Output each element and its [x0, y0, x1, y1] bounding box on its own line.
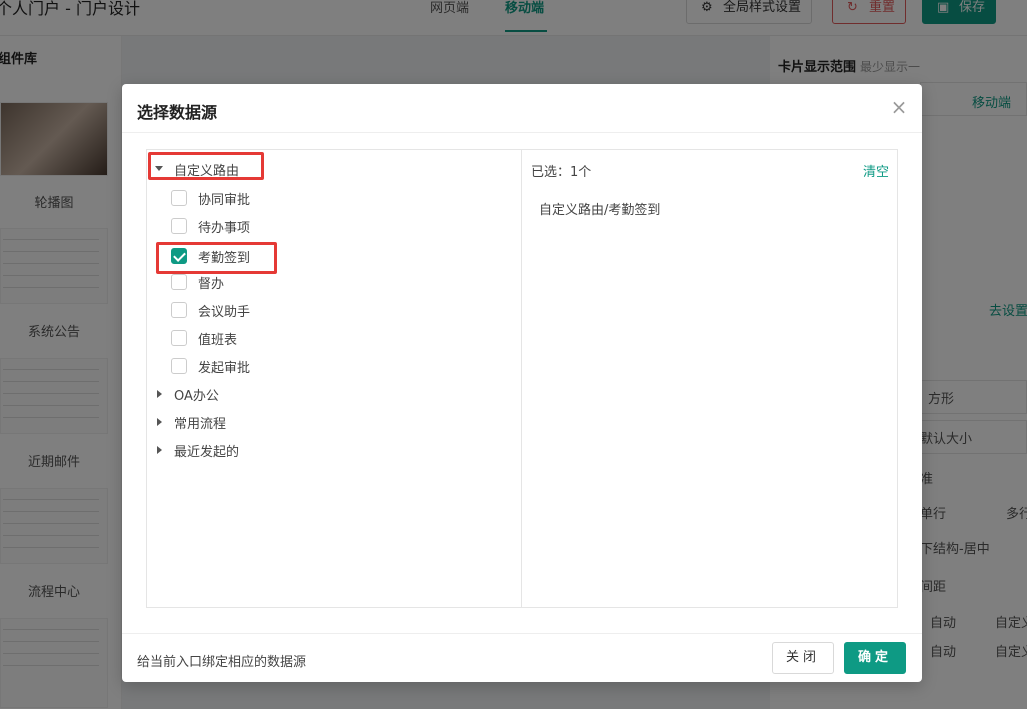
selected-pane: 已选：1个 清空 自定义路由/考勤签到 — [523, 150, 897, 607]
caret-right-icon[interactable] — [157, 418, 162, 426]
dialog-header: 选择数据源 × — [122, 84, 922, 133]
tree-leaf-collab-approval[interactable]: 协同审批 — [147, 186, 522, 210]
checkbox[interactable] — [171, 330, 187, 346]
tree-leaf-label: 待办事项 — [198, 221, 251, 236]
tree-leaf-label: 会议助手 — [198, 305, 251, 320]
tree-node-common-flows[interactable]: 常用流程 — [147, 410, 522, 434]
caret-right-icon[interactable] — [157, 446, 162, 454]
tree-node-label: OA办公 — [174, 389, 219, 404]
tree-leaf-start-approval[interactable]: 发起审批 — [147, 354, 522, 378]
tree-leaf-label: 发起审批 — [198, 361, 251, 376]
tree-leaf-meeting[interactable]: 会议助手 — [147, 298, 522, 322]
tree-node-oa[interactable]: OA办公 — [147, 382, 522, 406]
footer-hint: 给当前入口绑定相应的数据源 — [137, 655, 307, 670]
checkbox[interactable] — [171, 302, 187, 318]
tree-leaf-label: 值班表 — [198, 333, 238, 348]
close-button[interactable]: 关闭 — [772, 642, 834, 674]
selected-count: 已选：1个 — [531, 165, 592, 180]
datasource-tree: 自定义路由 协同审批 待办事项 考勤签到 督办 会议助手 值班表 发起审批 OA… — [147, 150, 522, 607]
tree-leaf-label: 督办 — [198, 277, 225, 292]
tree-leaf-todo[interactable]: 待办事项 — [147, 214, 522, 238]
checkbox[interactable] — [171, 358, 187, 374]
annotation-box-group — [148, 152, 264, 180]
checkbox[interactable] — [171, 218, 187, 234]
clear-link[interactable]: 清空 — [863, 161, 889, 180]
tree-leaf-duty[interactable]: 值班表 — [147, 326, 522, 350]
tree-node-label: 最近发起的 — [174, 445, 240, 460]
selected-item: 自定义路由/考勤签到 — [539, 203, 661, 218]
dialog-title: 选择数据源 — [137, 103, 218, 122]
dialog-footer: 给当前入口绑定相应的数据源 关闭 确定 — [122, 633, 922, 682]
checkbox[interactable] — [171, 190, 187, 206]
caret-right-icon[interactable] — [157, 390, 162, 398]
dialog-body: 自定义路由 协同审批 待办事项 考勤签到 督办 会议助手 值班表 发起审批 OA… — [146, 149, 898, 608]
tree-node-recent[interactable]: 最近发起的 — [147, 438, 522, 462]
confirm-button[interactable]: 确定 — [844, 642, 906, 674]
select-datasource-dialog: 选择数据源 × 自定义路由 协同审批 待办事项 考勤签到 督办 会议助手 值班表… — [122, 84, 922, 682]
tree-node-label: 常用流程 — [174, 417, 227, 432]
close-icon[interactable]: × — [890, 97, 908, 117]
checkbox[interactable] — [171, 274, 187, 290]
tree-leaf-label: 协同审批 — [198, 193, 251, 208]
annotation-box-attendance — [156, 242, 277, 274]
